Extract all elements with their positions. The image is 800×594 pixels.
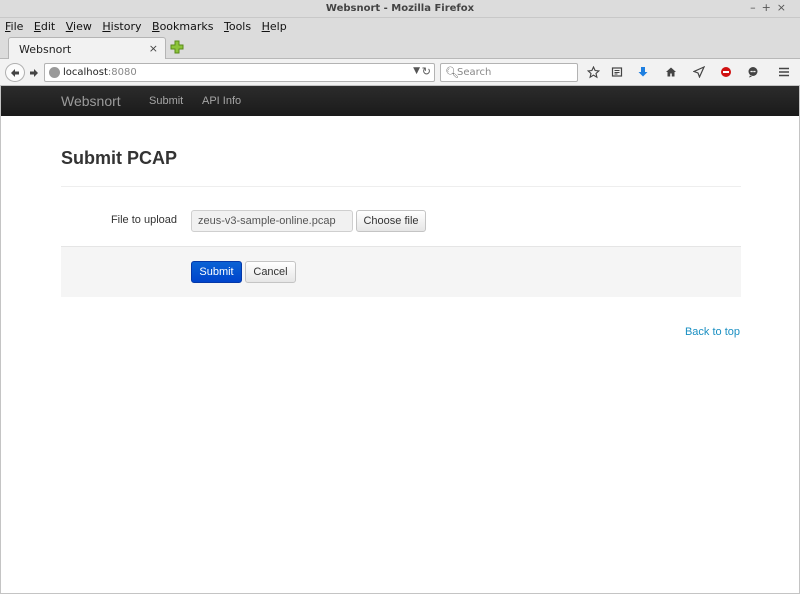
back-to-top-link[interactable]: Back to top [685, 326, 740, 338]
search-input[interactable] [457, 66, 572, 79]
divider [61, 186, 741, 187]
file-upload-label: File to upload [110, 214, 177, 226]
menu-history-label: istory [110, 20, 142, 33]
tab-websnort[interactable]: Websnort × [8, 37, 166, 60]
url-history-dropdown-icon[interactable]: ▼ [413, 66, 420, 76]
back-arrow-icon [11, 68, 19, 77]
chat-icon[interactable] [746, 65, 760, 79]
menu-view-accel: V [65, 20, 74, 33]
menu-history-accel: H [102, 20, 111, 33]
send-icon[interactable] [692, 65, 706, 79]
menu-help-label: elp [269, 20, 287, 33]
submit-button[interactable]: Submit [191, 261, 242, 283]
new-tab-icon[interactable] [170, 40, 184, 54]
menu-help-accel: H [261, 20, 270, 33]
back-button[interactable] [5, 63, 25, 82]
url-bar[interactable]: localhost:8080 ▼ ↻ [44, 63, 435, 82]
tab-label: Websnort [19, 43, 72, 56]
forward-button[interactable] [27, 63, 41, 82]
download-icon[interactable] [636, 65, 650, 79]
menu-bookmarks[interactable]: Bookmarks [152, 18, 213, 33]
choose-file-button[interactable]: Choose file [356, 210, 426, 232]
menu-edit[interactable]: Edit [34, 18, 55, 33]
menu-help[interactable]: Help [262, 18, 287, 33]
reload-icon[interactable]: ↻ [422, 65, 431, 78]
window-title: Websnort - Mozilla Firefox [325, 3, 475, 14]
url-port: :8080 [107, 67, 137, 78]
menu-icon[interactable] [777, 65, 791, 79]
page-title: Submit PCAP [61, 148, 178, 168]
cancel-button[interactable]: Cancel [245, 261, 296, 283]
menu-file-label: ile [10, 20, 24, 33]
url-text: localhost:8080 [63, 67, 137, 78]
page-content: Websnort Submit API Info Submit PCAP Fil… [0, 86, 800, 594]
window-controls[interactable]: –+× [750, 1, 792, 14]
site-navbar: Websnort Submit API Info [1, 86, 799, 116]
close-window-button[interactable]: × [777, 1, 792, 14]
maximize-button[interactable]: + [762, 1, 777, 14]
menu-view[interactable]: View [66, 18, 92, 33]
menu-bookmarks-label: ookmarks [159, 20, 214, 33]
menu-view-label: iew [73, 20, 92, 33]
site-brand[interactable]: Websnort [61, 93, 121, 109]
tab-strip: Websnort × [0, 35, 800, 60]
menu-tools-label: ools [228, 20, 252, 33]
url-host: localhost [63, 67, 108, 78]
form-actions: Submit Cancel [61, 246, 741, 297]
menu-history[interactable]: History [102, 18, 141, 33]
menu-edit-label: dit [40, 20, 56, 33]
nav-link-submit[interactable]: Submit [149, 95, 183, 107]
menubar: File Edit View History Bookmarks Tools H… [0, 18, 800, 35]
globe-icon [49, 67, 60, 78]
forward-arrow-icon [30, 68, 38, 77]
tab-close-icon[interactable]: × [149, 42, 158, 55]
nav-link-api-info[interactable]: API Info [202, 95, 241, 107]
window-titlebar: Websnort - Mozilla Firefox –+× [0, 0, 800, 18]
menu-bookmarks-accel: B [152, 20, 160, 33]
minimize-button[interactable]: – [750, 1, 762, 14]
search-bar[interactable]: 🔍︎ [440, 63, 578, 82]
menu-edit-accel: E [33, 20, 41, 33]
reading-list-icon[interactable] [610, 65, 624, 79]
file-name-field[interactable]: zeus-v3-sample-online.pcap [191, 210, 353, 232]
block-icon[interactable] [719, 65, 733, 79]
menu-tools[interactable]: Tools [224, 18, 251, 33]
star-icon[interactable] [586, 65, 600, 79]
menu-file[interactable]: File [5, 18, 23, 33]
navigation-toolbar: localhost:8080 ▼ ↻ 🔍︎ [0, 59, 800, 86]
home-icon[interactable] [664, 65, 678, 79]
